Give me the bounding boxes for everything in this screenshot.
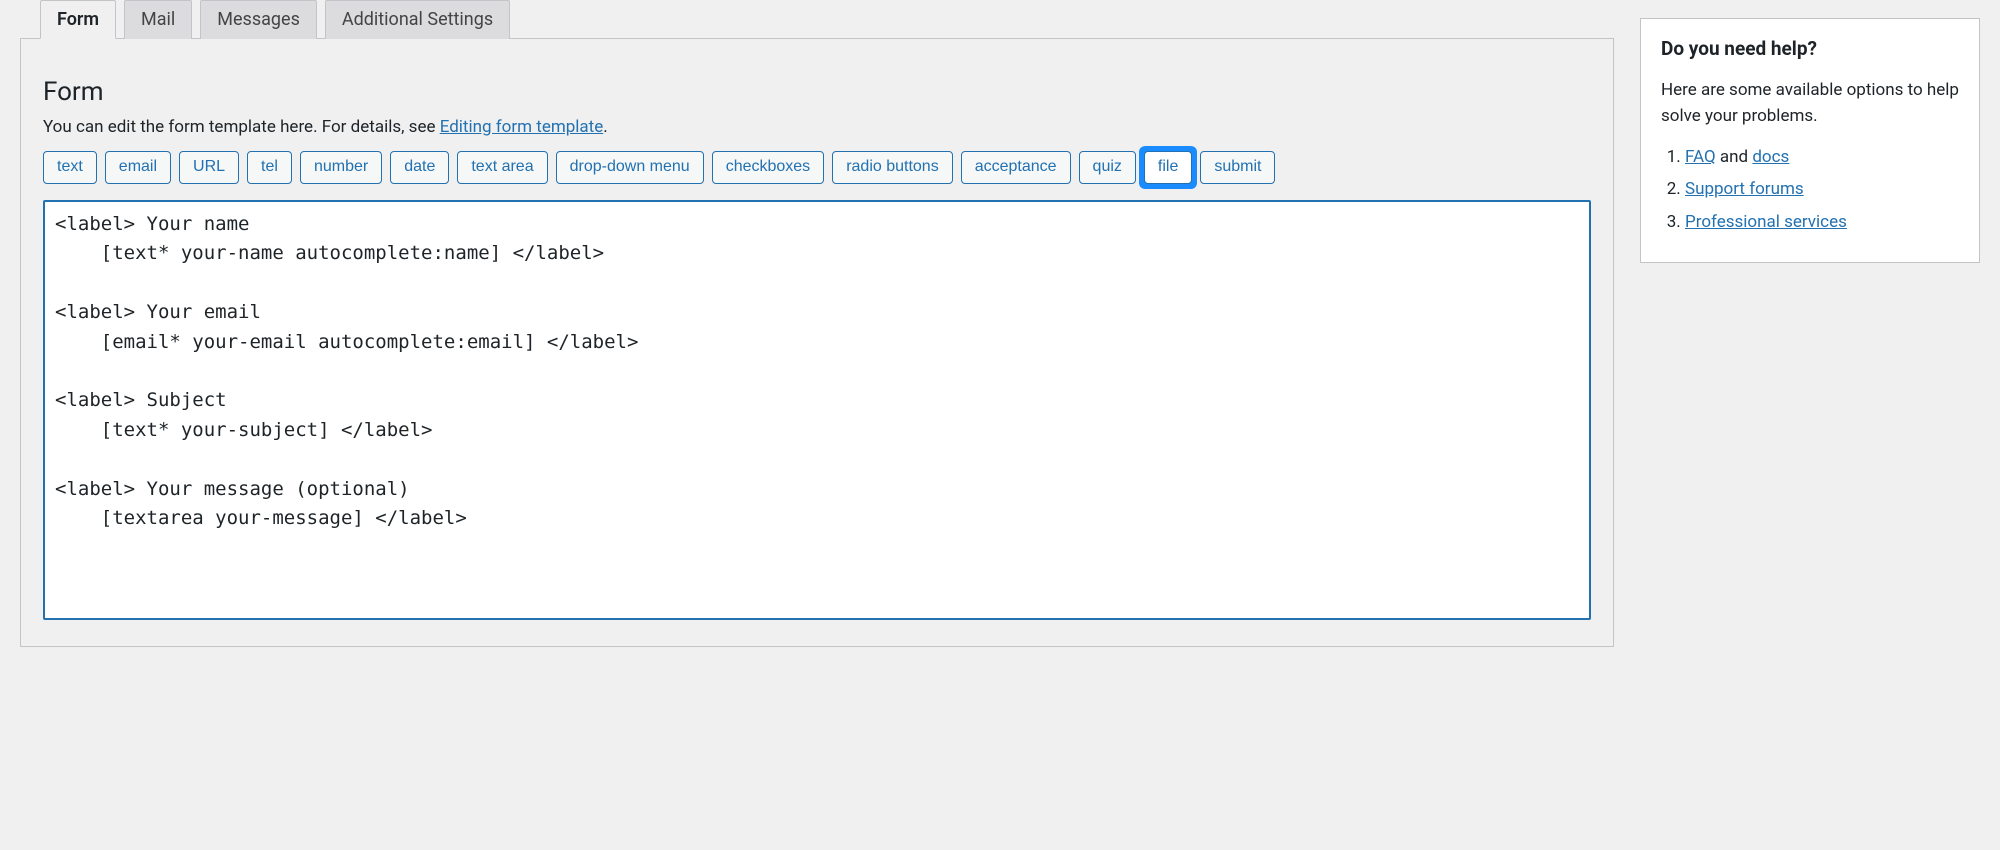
panel-desc-prefix: You can edit the form template here. For… xyxy=(43,117,440,137)
help-item-pro: Professional services xyxy=(1685,206,1959,238)
panel-desc-suffix: . xyxy=(603,117,607,137)
faq-link[interactable]: FAQ xyxy=(1685,147,1716,167)
tag-text-button[interactable]: text xyxy=(43,151,97,184)
form-panel: Form You can edit the form template here… xyxy=(20,38,1614,647)
tag-tel-button[interactable]: tel xyxy=(247,151,292,184)
tab-form[interactable]: Form xyxy=(40,0,116,39)
help-sidebar: Do you need help? Here are some availabl… xyxy=(1640,18,1980,263)
tag-date-button[interactable]: date xyxy=(390,151,449,184)
tag-acceptance-button[interactable]: acceptance xyxy=(961,151,1071,184)
tag-radio-button[interactable]: radio buttons xyxy=(832,151,953,184)
help-item-faq: FAQ and docs xyxy=(1685,141,1959,173)
editing-form-template-link[interactable]: Editing form template xyxy=(440,117,604,137)
help-list: FAQ and docs Support forums Professional… xyxy=(1661,141,1959,238)
docs-link[interactable]: docs xyxy=(1752,147,1789,167)
faq-joiner: and xyxy=(1716,147,1753,167)
tab-mail[interactable]: Mail xyxy=(124,0,192,39)
panel-heading: Form xyxy=(43,77,1591,107)
help-intro: Here are some available options to help … xyxy=(1661,78,1959,129)
tab-messages[interactable]: Messages xyxy=(200,0,317,39)
tag-url-button[interactable]: URL xyxy=(179,151,239,184)
help-item-support: Support forums xyxy=(1685,173,1959,205)
tag-textarea-button[interactable]: text area xyxy=(457,151,547,184)
form-template-textarea[interactable] xyxy=(43,200,1591,620)
tag-dropdown-button[interactable]: drop-down menu xyxy=(556,151,704,184)
tag-number-button[interactable]: number xyxy=(300,151,382,184)
help-title: Do you need help? xyxy=(1661,37,1959,60)
tag-generator-row: text email URL tel number date text area… xyxy=(43,151,1591,184)
support-forums-link[interactable]: Support forums xyxy=(1685,179,1804,199)
tag-quiz-button[interactable]: quiz xyxy=(1079,151,1136,184)
tag-file-highlight: file xyxy=(1139,146,1197,189)
professional-services-link[interactable]: Professional services xyxy=(1685,212,1847,232)
tag-submit-button[interactable]: submit xyxy=(1200,151,1275,184)
panel-description: You can edit the form template here. For… xyxy=(43,117,1591,137)
tab-additional-settings[interactable]: Additional Settings xyxy=(325,0,510,39)
tag-checkboxes-button[interactable]: checkboxes xyxy=(712,151,825,184)
tab-nav: Form Mail Messages Additional Settings xyxy=(20,0,1614,39)
tag-email-button[interactable]: email xyxy=(105,151,171,184)
tag-file-button[interactable]: file xyxy=(1144,151,1192,184)
